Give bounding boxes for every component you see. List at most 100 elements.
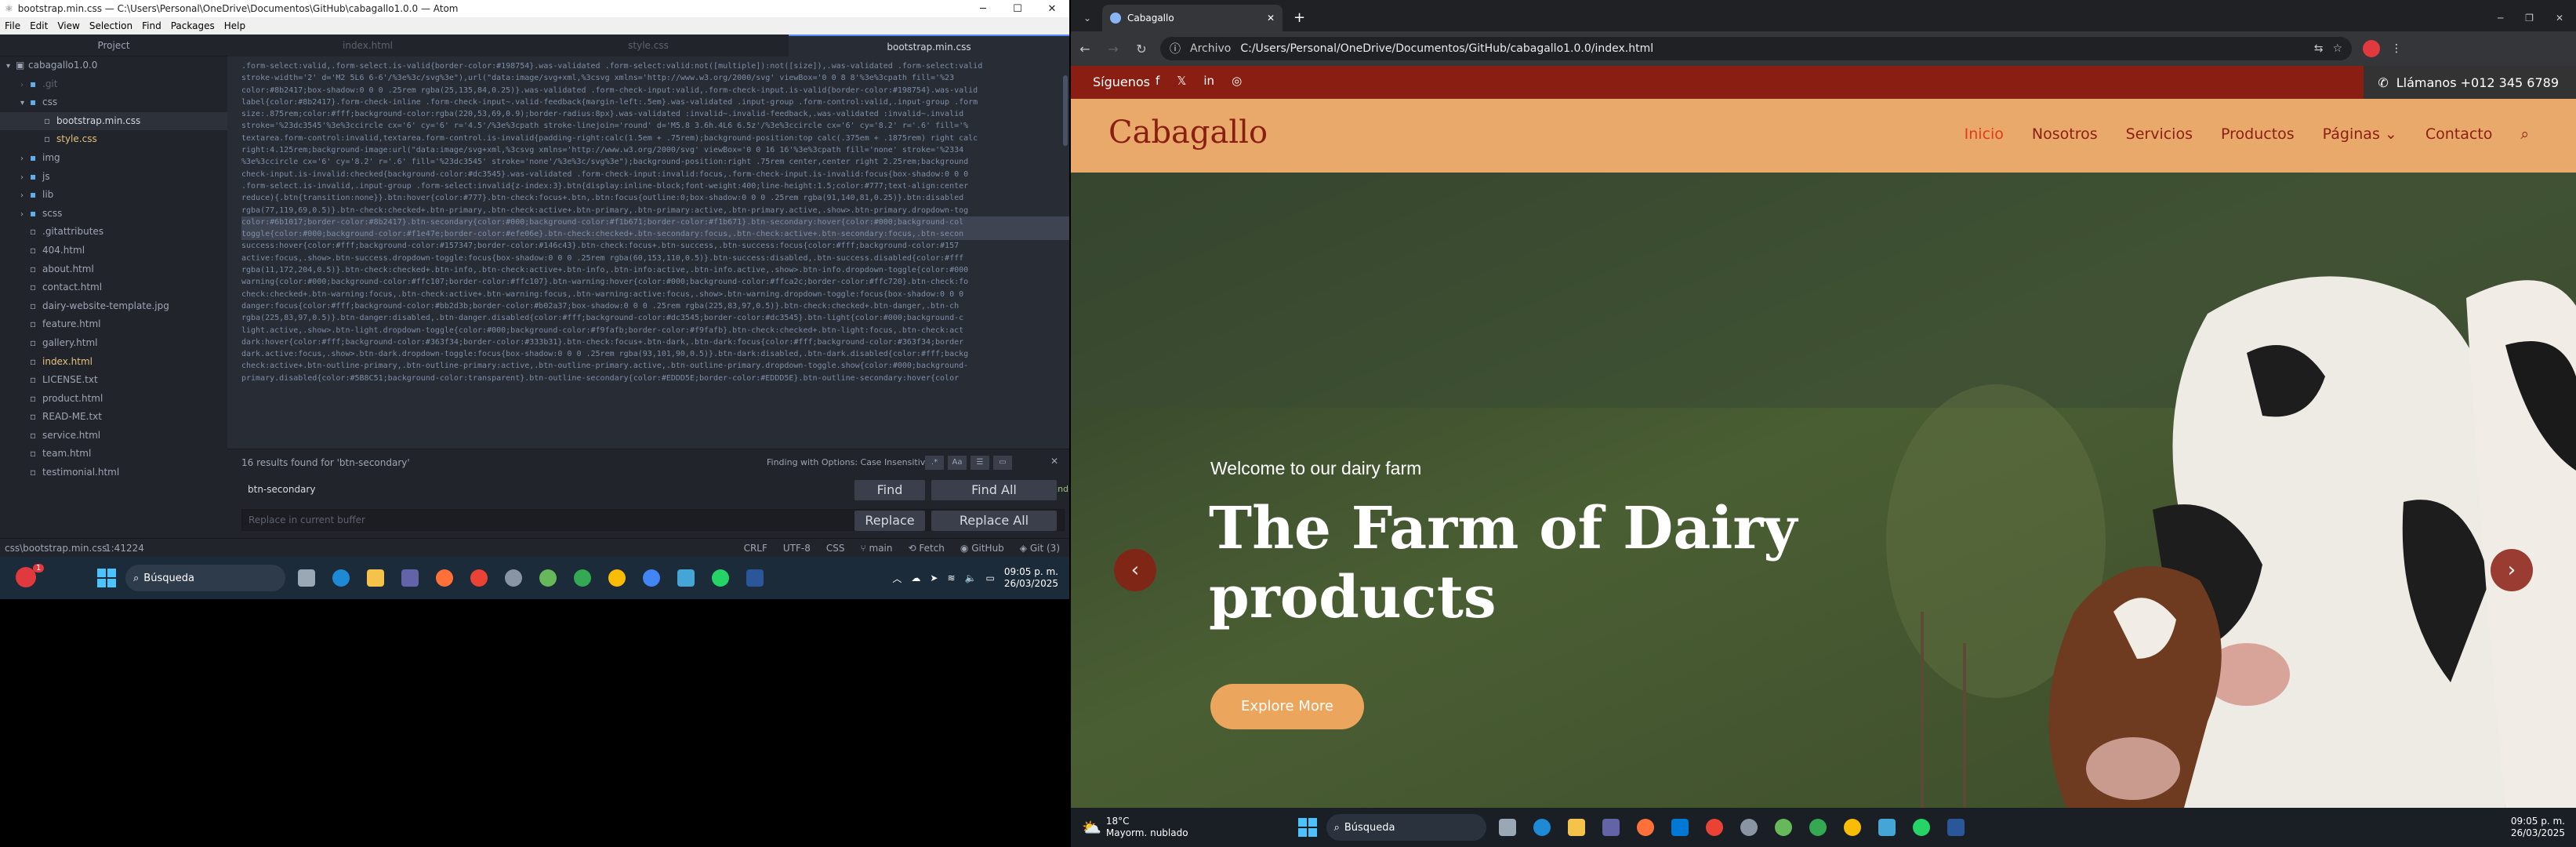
nav-item[interactable]: Páginas ⌄ [2323, 125, 2397, 143]
profile-avatar[interactable] [2363, 40, 2380, 57]
chrome-icon-2[interactable] [1805, 814, 1831, 841]
status-github[interactable]: ◉ GitHub [960, 543, 1004, 554]
tree-item[interactable]: ▫ about.html [0, 260, 227, 279]
tree-item[interactable]: ▫ gallery.html [0, 334, 227, 353]
whole-word-toggle-icon[interactable]: ▭ [993, 456, 1012, 470]
tab-close-icon[interactable]: ✕ [1267, 13, 1275, 24]
status-fetch[interactable]: ⟲ Fetch [908, 543, 944, 554]
menu-help[interactable]: Help [220, 20, 250, 31]
regex-toggle-icon[interactable]: .* [925, 456, 944, 470]
word-icon[interactable] [742, 565, 768, 591]
carousel-prev-button[interactable]: ‹ [1114, 549, 1156, 591]
maximize-button[interactable]: ☐ [1000, 3, 1035, 15]
tree-item[interactable]: ▫ .gitattributes [0, 223, 227, 242]
tree-item[interactable]: ▫ contact.html [0, 278, 227, 297]
call-box[interactable]: ✆ Llámanos +012 345 6789 [2364, 66, 2576, 99]
forward-icon[interactable]: → [1099, 42, 1127, 56]
status-branch[interactable]: ⑂ main [860, 543, 892, 554]
atom-app-icon[interactable] [1770, 814, 1797, 841]
editor-tab[interactable]: bootstrap.min.css [789, 35, 1069, 56]
cloud-icon[interactable]: ☁ [911, 573, 920, 583]
tree-item[interactable]: ▫ team.html [0, 445, 227, 463]
find-all-button[interactable]: Find All [931, 480, 1057, 500]
volume-icon[interactable]: 🔈 [965, 573, 977, 583]
menu-find[interactable]: Find [137, 20, 166, 31]
weather-widget[interactable]: ⛅ 18°C Mayorm. nublado [1082, 816, 1188, 839]
translate-icon[interactable]: ⇆ [2314, 42, 2324, 55]
whatsapp-icon[interactable] [1908, 814, 1935, 841]
status-cursor[interactable]: 1:41224 [105, 543, 144, 554]
editor-tab[interactable]: style.css [508, 35, 789, 56]
tree-item[interactable]: ▫ testimonial.html [0, 463, 227, 482]
menu-file[interactable]: File [0, 20, 25, 31]
replace-all-button[interactable]: Replace All [931, 511, 1057, 531]
minimize-browser-button[interactable]: ─ [2498, 13, 2503, 24]
chrome-menu-icon[interactable]: ⋮ [2391, 42, 2402, 55]
task-view-icon[interactable] [293, 565, 320, 591]
find-button[interactable]: Find [854, 480, 925, 500]
tree-item[interactable]: › ▪ js [0, 168, 227, 187]
replace-button[interactable]: Replace [854, 511, 925, 531]
tree-item[interactable]: ▾ ▪ css [0, 93, 227, 112]
tree-item[interactable]: ▫ bootstrap.min.css [0, 111, 227, 131]
twitter-icon[interactable]: 𝕏 [1177, 74, 1186, 88]
notepad-icon[interactable] [1874, 814, 1900, 841]
browser-tab[interactable]: Cabagallo ✕ [1102, 5, 1283, 31]
back-icon[interactable]: ← [1071, 42, 1099, 56]
notepad-icon[interactable] [673, 565, 699, 591]
explore-more-button[interactable]: Explore More [1210, 684, 1364, 729]
teams-icon[interactable] [1598, 814, 1624, 841]
close-find-icon[interactable]: ✕ [1050, 456, 1058, 467]
battery-icon[interactable]: ▭ [985, 573, 994, 583]
clock[interactable]: 09:05 p. m. 26/03/2025 [2511, 816, 2565, 839]
site-logo[interactable]: Cabagallo [1108, 115, 1268, 151]
tree-item[interactable]: › ▪ .git [0, 75, 227, 94]
new-tab-icon[interactable]: + [1293, 5, 1305, 31]
facebook-icon[interactable]: f [1156, 74, 1159, 88]
tree-item[interactable]: ▫ feature.html [0, 315, 227, 334]
scrollbar[interactable] [1063, 75, 1068, 146]
nav-item[interactable]: Inicio [1965, 125, 2004, 143]
chrome-icon[interactable] [1701, 814, 1728, 841]
settings-icon[interactable] [500, 565, 527, 591]
store-icon[interactable] [1667, 814, 1693, 841]
chrome-icon[interactable] [466, 565, 492, 591]
menu-view[interactable]: View [53, 20, 84, 31]
tray-chevron-icon[interactable]: ︿ [892, 572, 902, 585]
taskbar-search[interactable]: ⌕ Búsqueda [125, 565, 285, 591]
nav-item[interactable]: Nosotros [2032, 125, 2098, 143]
minimize-button[interactable]: ─ [966, 3, 1000, 15]
chrome-icon-2[interactable] [569, 565, 596, 591]
code-view[interactable]: .form-select:valid,.form-select.is-valid… [227, 56, 1069, 449]
editor-tab[interactable]: index.html [227, 35, 508, 56]
menu-selection[interactable]: Selection [85, 20, 137, 31]
address-bar[interactable]: ⓘ Archivo C:/Users/Personal/OneDrive/Doc… [1160, 37, 2352, 60]
carousel-next-button[interactable]: › [2491, 549, 2533, 591]
restore-browser-button[interactable]: ❐ [2525, 13, 2534, 24]
close-button[interactable]: ✕ [1035, 3, 1069, 15]
tree-item[interactable]: › ▪ scss [0, 205, 227, 224]
tree-item[interactable]: ▫ style.css [0, 130, 227, 149]
tree-item[interactable]: ▫ dairy-website-template.jpg [0, 297, 227, 316]
tree-item[interactable]: › ▪ img [0, 149, 227, 168]
tree-item[interactable]: ▫ LICENSE.txt [0, 371, 227, 390]
status-grammar[interactable]: CSS [826, 543, 845, 554]
nav-item[interactable]: Contacto [2425, 125, 2493, 143]
whatsapp-icon[interactable] [707, 565, 734, 591]
chrome-icon-3[interactable] [1839, 814, 1866, 841]
bookmark-star-icon[interactable]: ☆ [2332, 42, 2342, 55]
nav-item[interactable]: Servicios [2126, 125, 2193, 143]
menu-packages[interactable]: Packages [166, 20, 220, 31]
chrome-icon-4[interactable] [638, 565, 665, 591]
tab-search-icon[interactable]: ⌄ [1076, 5, 1099, 31]
selection-toggle-icon[interactable]: ☰ [971, 456, 989, 470]
task-view-icon[interactable] [1494, 814, 1521, 841]
firefox-icon[interactable] [1632, 814, 1659, 841]
instagram-icon[interactable]: ◎ [1232, 74, 1242, 88]
nav-item[interactable]: Productos [2221, 125, 2295, 143]
find-input[interactable]: btn-secondary [241, 479, 814, 501]
location-icon[interactable]: ➤ [930, 573, 938, 583]
start-button[interactable] [97, 569, 116, 587]
status-git[interactable]: ◈ Git (3) [1020, 543, 1060, 554]
atom-app-icon[interactable] [535, 565, 561, 591]
